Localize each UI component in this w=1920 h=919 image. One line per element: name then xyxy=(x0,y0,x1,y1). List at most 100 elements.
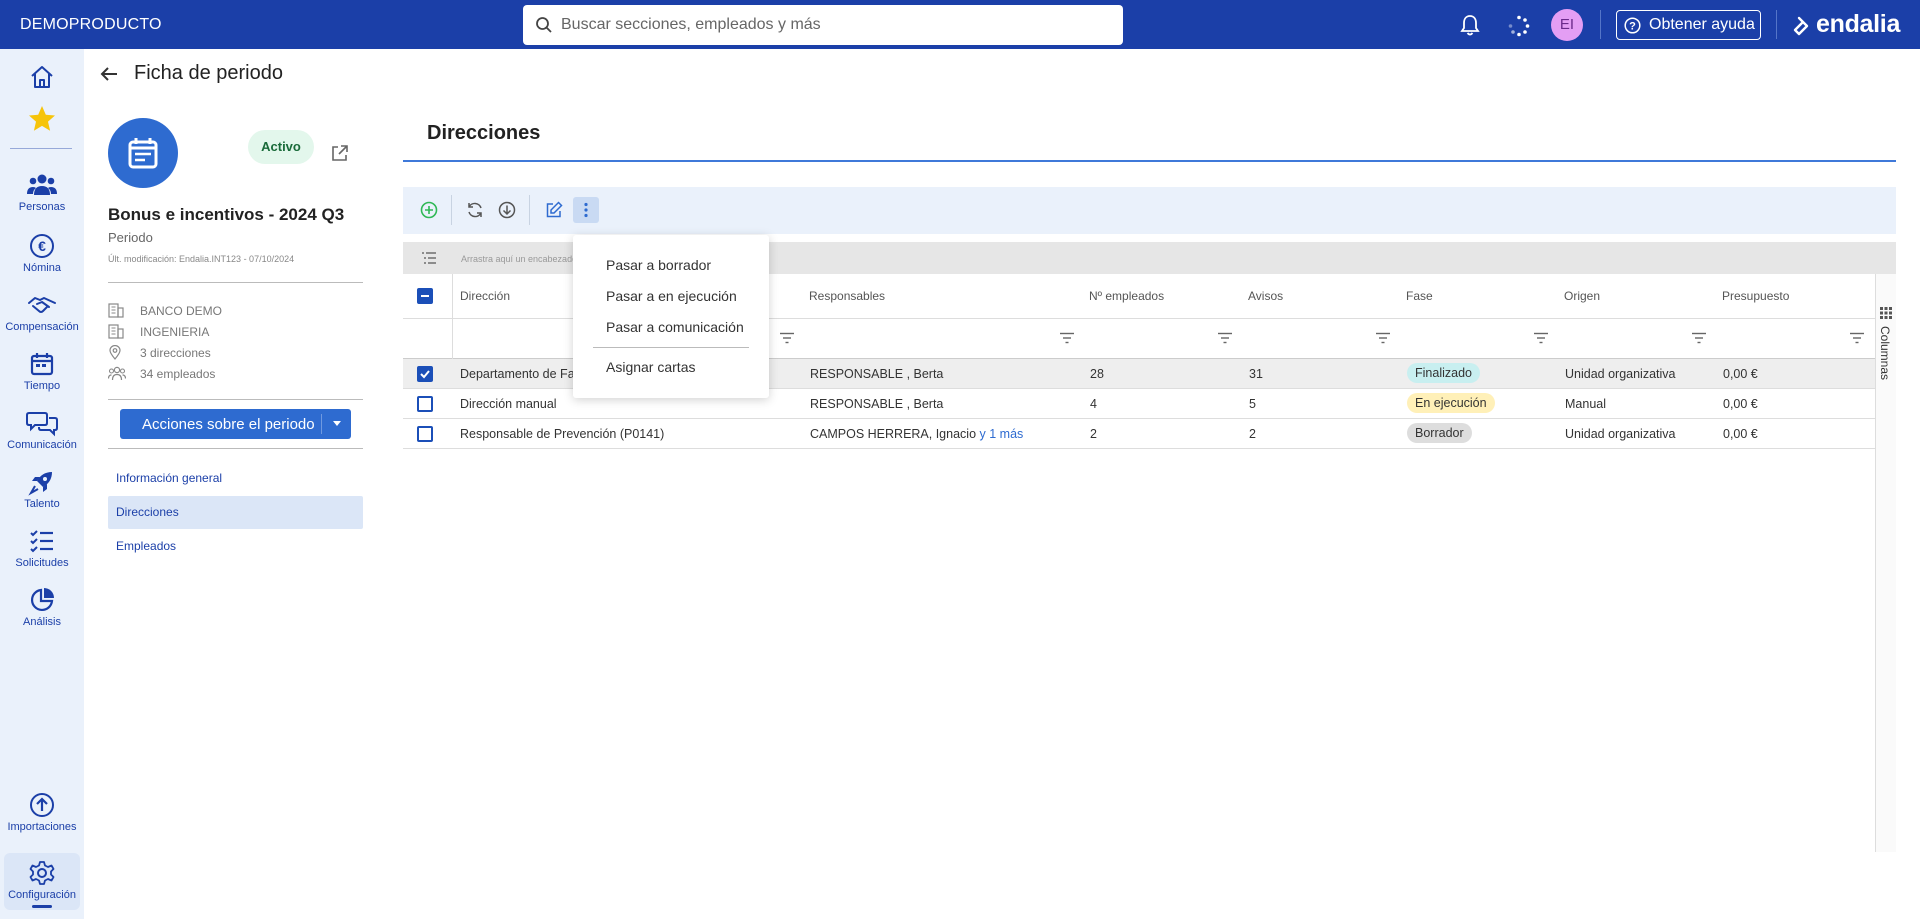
nav-solicitudes[interactable]: Solicitudes xyxy=(0,527,84,569)
help-label: Obtener ayuda xyxy=(1649,16,1755,33)
period-actions-button[interactable]: Acciones sobre el periodo xyxy=(120,409,351,439)
star-icon xyxy=(29,106,55,131)
page-title: Ficha de periodo xyxy=(134,62,283,84)
search-input[interactable] xyxy=(561,5,1111,45)
nav-divider xyxy=(10,148,72,149)
nav-nomina[interactable]: € Nómina xyxy=(0,232,84,274)
menu-item-asignar-cartas[interactable]: Asignar cartas xyxy=(606,359,695,375)
phase-badge: En ejecución xyxy=(1407,393,1495,413)
nav-comunicacion[interactable]: Comunicación xyxy=(0,409,84,451)
section-underline xyxy=(403,160,1896,162)
cell-responsables: CAMPOS HERRERA, Ignacio y 1 más xyxy=(810,427,1023,441)
filter-icon[interactable] xyxy=(1218,332,1232,344)
select-all-checkbox[interactable] xyxy=(417,288,433,304)
cell-presupuesto: 0,00 € xyxy=(1723,397,1758,411)
cell-responsables: RESPONSABLE , Berta xyxy=(810,397,944,411)
svg-text:?: ? xyxy=(1629,21,1636,33)
section-title: Direcciones xyxy=(427,122,541,144)
endalia-logo-icon xyxy=(1793,16,1809,36)
filter-icon[interactable] xyxy=(1060,332,1074,344)
filter-icon[interactable] xyxy=(1692,332,1706,344)
user-avatar[interactable]: EI xyxy=(1551,9,1583,41)
cell-empleados: 4 xyxy=(1090,397,1097,411)
header-avisos[interactable]: Avisos xyxy=(1248,289,1283,303)
period-name: Bonus e incentivos - 2024 Q3 xyxy=(108,205,345,224)
download-button[interactable] xyxy=(494,197,520,223)
more-actions-button[interactable] xyxy=(573,197,599,223)
cell-presupuesto: 0,00 € xyxy=(1723,367,1758,381)
header-presupuesto[interactable]: Presupuesto xyxy=(1722,289,1789,303)
nav-personas[interactable]: Personas xyxy=(0,171,84,213)
back-arrow-icon[interactable] xyxy=(100,66,118,82)
columns-side-panel[interactable]: Columnas xyxy=(1875,274,1896,852)
menu-item-pasar-a-en-ejecucion[interactable]: Pasar a en ejecución xyxy=(606,288,737,304)
phase-badge: Borrador xyxy=(1407,423,1472,443)
pie-chart-icon xyxy=(30,588,54,612)
brand-name[interactable]: DEMOPRODUCTO xyxy=(20,16,162,34)
cell-avisos: 2 xyxy=(1249,427,1256,441)
filter-icon[interactable] xyxy=(1376,332,1390,344)
phase-badge: Finalizado xyxy=(1407,363,1480,383)
menu-item-pasar-a-comunicacion[interactable]: Pasar a comunicación xyxy=(606,319,744,335)
help-icon: ? xyxy=(1624,17,1641,34)
bell-icon[interactable] xyxy=(1460,14,1480,36)
grid-toolbar xyxy=(403,187,1896,234)
check-icon xyxy=(420,370,430,379)
toolbar-divider xyxy=(451,195,452,225)
active-indicator xyxy=(32,905,52,908)
filter-icon[interactable] xyxy=(1850,332,1864,344)
rocket-icon xyxy=(28,472,52,496)
filter-icon[interactable] xyxy=(1534,332,1548,344)
nav-label: Solicitudes xyxy=(15,557,69,569)
nav-compensacion[interactable]: Compensación xyxy=(0,291,84,333)
header-responsables[interactable]: Responsables xyxy=(809,289,885,303)
upload-icon xyxy=(30,793,54,817)
nav-label: Talento xyxy=(24,498,60,510)
cell-direccion: Dirección manual xyxy=(460,397,557,411)
row-checkbox[interactable] xyxy=(417,426,433,442)
meta-value: 3 direcciones xyxy=(140,346,211,360)
topbar-divider xyxy=(1776,10,1777,39)
subnav-direcciones[interactable]: Direcciones xyxy=(108,496,363,529)
subnav-empleados[interactable]: Empleados xyxy=(108,530,363,563)
filter-icon[interactable] xyxy=(780,332,794,344)
header-empleados[interactable]: Nº empleados xyxy=(1089,289,1164,303)
subnav-informacion-general[interactable]: Información general xyxy=(108,462,363,495)
period-actions-label: Acciones sobre el periodo xyxy=(142,416,315,433)
nav-label: Análisis xyxy=(23,616,61,628)
header-origen[interactable]: Origen xyxy=(1564,289,1600,303)
global-search[interactable] xyxy=(523,5,1123,45)
nav-label: Comunicación xyxy=(7,439,77,451)
refresh-button[interactable] xyxy=(462,197,488,223)
header-direccion[interactable]: Dirección xyxy=(460,289,510,303)
header-fase[interactable]: Fase xyxy=(1406,289,1433,303)
responsables-name: CAMPOS HERRERA, Ignacio xyxy=(810,427,977,441)
people-icon xyxy=(27,174,57,195)
help-button[interactable]: ? Obtener ayuda xyxy=(1616,10,1761,40)
nav-label: Nómina xyxy=(23,262,61,274)
nav-configuracion[interactable]: Configuración xyxy=(4,853,80,910)
cell-avisos: 5 xyxy=(1249,397,1256,411)
nav-talento[interactable]: Talento xyxy=(0,468,84,510)
cell-origen: Unidad organizativa xyxy=(1565,427,1676,441)
nav-analisis[interactable]: Análisis xyxy=(0,586,84,628)
endalia-logo: endalia xyxy=(1793,10,1900,40)
divider xyxy=(108,282,363,283)
menu-item-pasar-a-borrador[interactable]: Pasar a borrador xyxy=(606,257,711,273)
nav-importaciones[interactable]: Importaciones xyxy=(0,791,84,833)
row-checkbox[interactable] xyxy=(417,366,433,382)
building-icon xyxy=(108,303,124,318)
search-icon xyxy=(536,17,552,33)
external-link-icon[interactable] xyxy=(331,144,349,162)
chevron-down-icon[interactable] xyxy=(333,421,341,426)
meta-value: BANCO DEMO xyxy=(140,304,223,318)
nav-favorites[interactable] xyxy=(0,104,84,136)
row-checkbox[interactable] xyxy=(417,396,433,412)
nav-home[interactable] xyxy=(0,63,84,93)
edit-button[interactable] xyxy=(541,197,567,223)
location-pin-icon xyxy=(109,345,121,360)
nav-tiempo[interactable]: Tiempo xyxy=(0,350,84,392)
table-row[interactable]: Responsable de Prevención (P0141) CAMPOS… xyxy=(403,419,1875,449)
responsables-more-link[interactable]: y 1 más xyxy=(980,427,1024,441)
add-button[interactable] xyxy=(416,197,442,223)
